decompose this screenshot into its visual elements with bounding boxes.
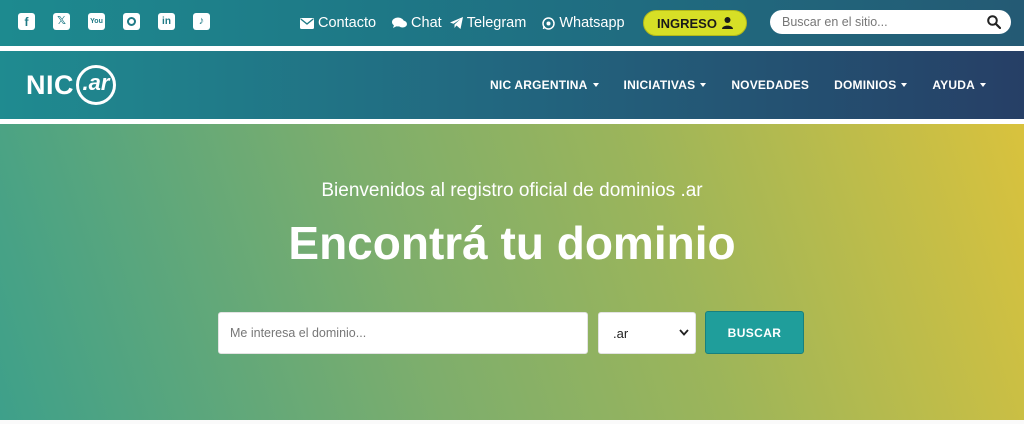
contacto-label: Contacto — [318, 15, 377, 31]
nav-label: NIC ARGENTINA — [490, 78, 588, 92]
x-icon[interactable]: 𝕏 — [53, 13, 70, 30]
nav-item-dominios[interactable]: DOMINIOS — [834, 78, 908, 92]
whatsapp-label: Whatsapp — [559, 15, 625, 31]
nav-item-novedades[interactable]: NOVEDADES — [731, 78, 809, 92]
hero-headline: Encontrá tu dominio — [288, 217, 736, 269]
main-nav: NIC .ar NIC ARGENTINA INICIATIVAS NOVEDA… — [0, 51, 1024, 119]
caret-down-icon — [901, 83, 908, 87]
buscar-button[interactable]: BUSCAR — [705, 311, 804, 354]
social-links: f 𝕏 You in ♪ — [18, 13, 210, 30]
logo-nic-text: NIC — [26, 69, 74, 100]
logo-ar-circle: .ar — [76, 65, 116, 105]
linkedin-icon[interactable]: in — [158, 13, 175, 30]
nic-ar-logo[interactable]: NIC .ar — [26, 63, 116, 107]
telegram-label: Telegram — [466, 15, 527, 31]
ingreso-button[interactable]: INGRESO — [643, 10, 747, 36]
hero-subtitle: Bienvenidos al registro oficial de domin… — [321, 180, 703, 201]
caret-down-icon — [700, 83, 707, 87]
nav-label: AYUDA — [932, 78, 975, 92]
site-search-input[interactable] — [782, 11, 987, 33]
site-search — [770, 10, 1011, 34]
facebook-icon[interactable]: f — [18, 13, 35, 30]
youtube-icon[interactable]: You — [88, 13, 105, 30]
top-bar: f 𝕏 You in ♪ Contacto Chat Telegram What… — [0, 0, 1024, 46]
instagram-ring — [127, 17, 136, 26]
nav-label: DOMINIOS — [834, 78, 897, 92]
telegram-link[interactable]: Telegram — [449, 15, 527, 31]
tld-select[interactable]: .ar — [598, 312, 696, 354]
top-links: Contacto Chat Telegram Whatsapp — [300, 0, 641, 46]
chat-bubbles-icon — [392, 17, 408, 28]
nav-item-ayuda[interactable]: AYUDA — [932, 78, 986, 92]
whatsapp-icon — [542, 16, 556, 30]
ingreso-label: INGRESO — [657, 15, 717, 31]
chat-label: Chat — [411, 15, 442, 31]
tiktok-icon[interactable]: ♪ — [193, 13, 210, 30]
nav-item-nic-argentina[interactable]: NIC ARGENTINA — [490, 78, 599, 92]
chevron-down-icon — [679, 329, 689, 336]
contacto-link[interactable]: Contacto — [300, 15, 376, 31]
nav-menu: NIC ARGENTINA INICIATIVAS NOVEDADES DOMI… — [490, 51, 986, 119]
whatsapp-link[interactable]: Whatsapp — [542, 15, 625, 31]
page-bottom-edge — [0, 420, 1024, 424]
hero-section: Bienvenidos al registro oficial de domin… — [0, 124, 1024, 420]
nav-label: INICIATIVAS — [623, 78, 696, 92]
nav-item-iniciativas[interactable]: INICIATIVAS — [624, 78, 707, 92]
nav-label: NOVEDADES — [731, 78, 810, 92]
user-icon — [721, 17, 733, 29]
search-icon[interactable] — [987, 15, 1001, 29]
tld-selected-value: .ar — [613, 325, 629, 341]
chat-link[interactable]: Chat — [392, 15, 442, 31]
caret-down-icon — [980, 83, 986, 87]
buscar-label: BUSCAR — [727, 325, 782, 340]
caret-down-icon — [592, 83, 599, 87]
telegram-icon — [449, 17, 463, 29]
instagram-icon[interactable] — [123, 13, 140, 30]
logo-ar-text: .ar — [82, 70, 110, 95]
domain-search-input[interactable] — [218, 312, 588, 354]
envelope-icon — [300, 17, 314, 29]
